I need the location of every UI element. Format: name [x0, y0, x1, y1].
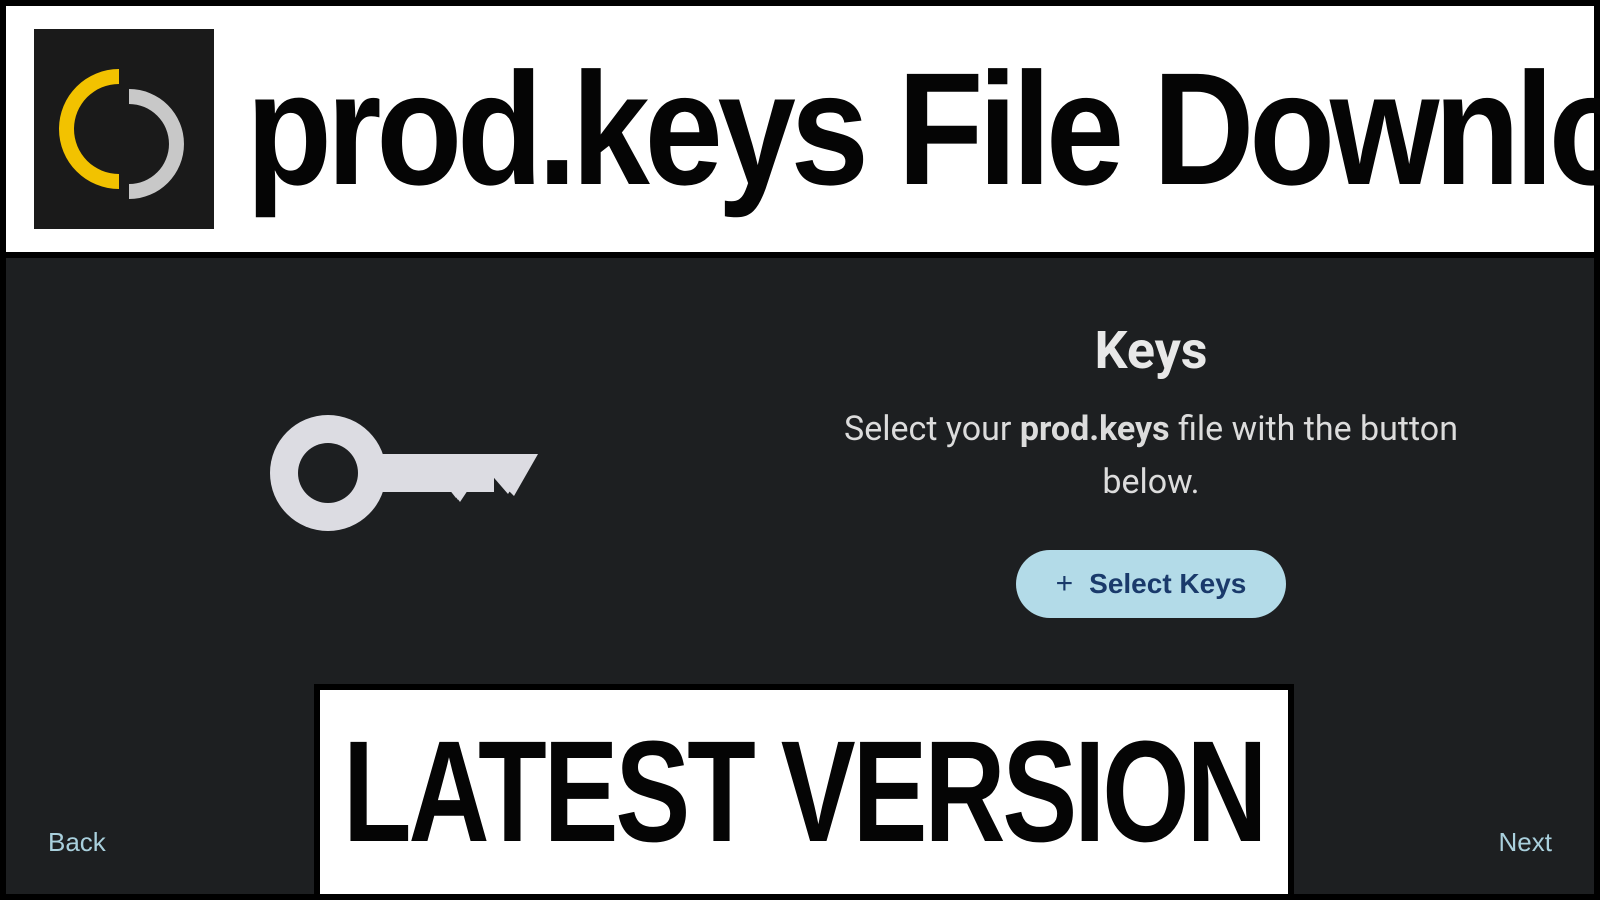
- keys-text-column: Keys Select your prod.keys file with the…: [826, 320, 1476, 618]
- keys-heading: Keys: [826, 320, 1476, 381]
- back-button[interactable]: Back: [48, 827, 106, 858]
- plus-icon: +: [1056, 569, 1074, 599]
- app-logo-icon: [34, 29, 214, 229]
- main-panel: Keys Select your prod.keys file with the…: [6, 252, 1594, 894]
- banner-title: prod.keys File Download: [246, 37, 1600, 221]
- keys-instruction: Select your prod.keys file with the butt…: [826, 403, 1476, 508]
- select-keys-button[interactable]: + Select Keys: [1016, 550, 1287, 618]
- bottom-banner-text: LATEST VERSION: [343, 709, 1265, 875]
- key-icon: [256, 388, 556, 562]
- select-keys-label: Select Keys: [1089, 568, 1246, 600]
- instruction-bold: prod.keys: [1020, 409, 1170, 449]
- top-banner: prod.keys File Download: [6, 6, 1594, 252]
- instruction-pre: Select your: [844, 409, 1020, 449]
- bottom-banner: LATEST VERSION: [314, 684, 1294, 894]
- next-button[interactable]: Next: [1499, 827, 1552, 858]
- page-frame: prod.keys File Download Keys Select your…: [0, 0, 1600, 900]
